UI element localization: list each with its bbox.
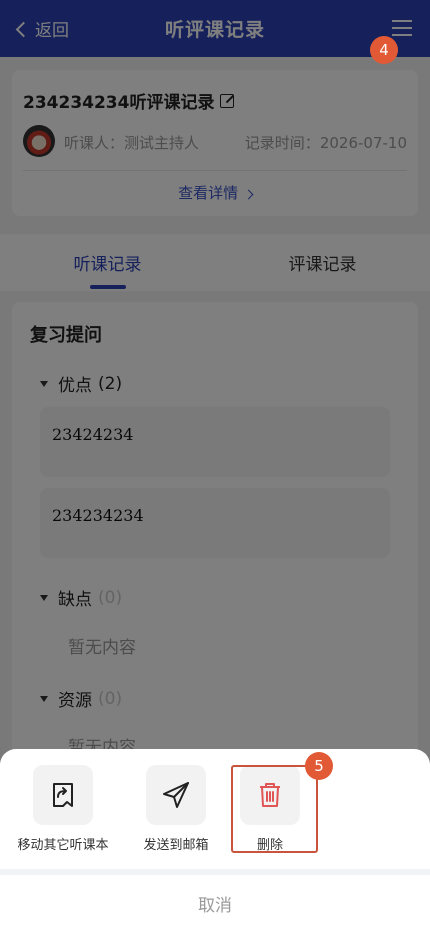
send-paper-plane-icon <box>146 765 206 825</box>
action-sheet: 移动其它听课本 发送到邮箱 删除 取消 <box>0 749 430 932</box>
send-to-email-button[interactable]: 发送到邮箱 <box>126 765 226 853</box>
move-to-notebook-button[interactable]: 移动其它听课本 <box>13 765 113 853</box>
cancel-button[interactable]: 取消 <box>0 891 430 916</box>
move-notebook-icon <box>33 765 93 825</box>
action-label: 移动其它听课本 <box>17 838 109 853</box>
divider <box>0 869 430 875</box>
step-badge: 5 <box>305 752 333 780</box>
step-badge: 4 <box>370 36 398 64</box>
action-label: 发送到邮箱 <box>143 838 209 853</box>
highlight-box <box>231 765 318 853</box>
